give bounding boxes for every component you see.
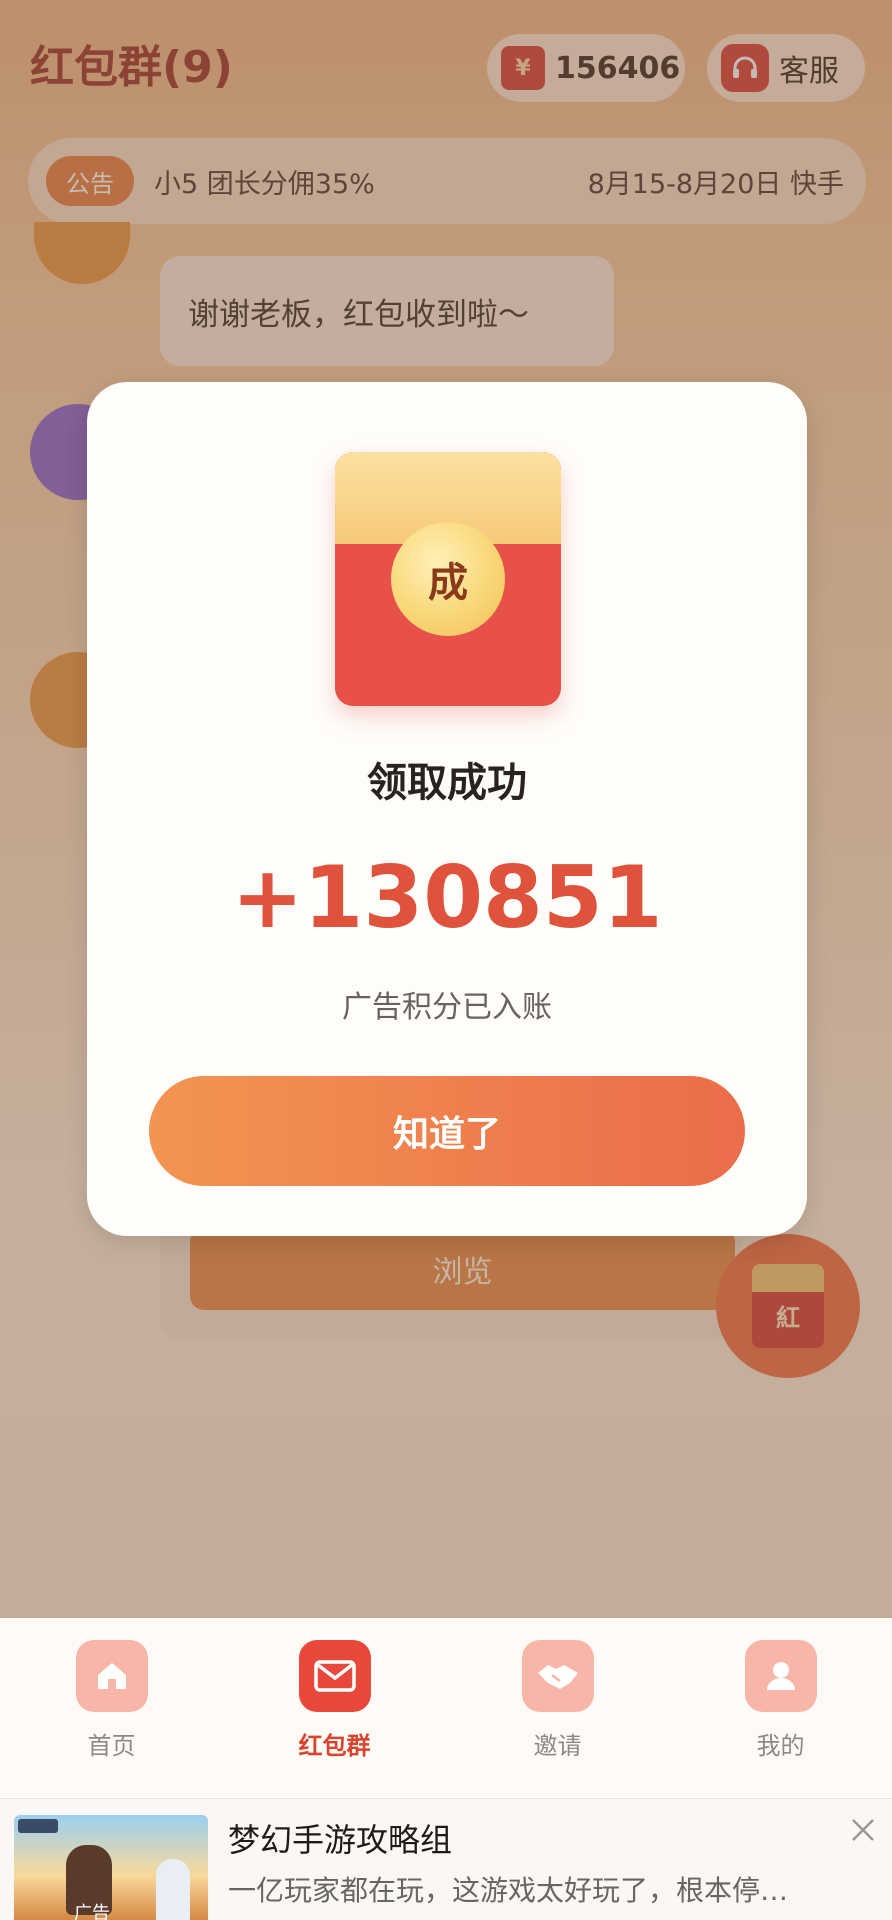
- tab-label: 我的: [756, 1732, 805, 1760]
- ad-title: 梦幻手游攻略组: [228, 1821, 453, 1859]
- handshake-icon: [521, 1640, 594, 1712]
- envelope-seal: 成: [391, 522, 505, 636]
- claim-success-dialog: 成 领取成功 +130851 广告积分已入账 知道了: [87, 382, 807, 1236]
- tab-red-packet-group[interactable]: 红包群: [223, 1618, 446, 1798]
- red-envelope-icon: 成: [335, 452, 561, 706]
- ad-tag: 广告: [74, 1903, 110, 1920]
- tab-label: 首页: [87, 1732, 136, 1760]
- user-icon: [744, 1640, 817, 1712]
- close-icon[interactable]: [846, 1813, 880, 1847]
- tab-mine[interactable]: 我的: [669, 1618, 892, 1798]
- reward-amount: +130851: [231, 848, 663, 948]
- dialog-title: 领取成功: [367, 760, 527, 806]
- mail-icon: [298, 1640, 371, 1712]
- ad-description: 一亿玩家都在玩，这游戏太好玩了，根本停…: [228, 1874, 789, 1907]
- tab-label: 红包群: [298, 1732, 371, 1760]
- tab-home[interactable]: 首页: [0, 1618, 223, 1798]
- dialog-subtitle: 广告积分已入账: [342, 990, 552, 1025]
- tab-label: 邀请: [533, 1732, 582, 1760]
- ad-banner[interactable]: 广告 梦幻手游攻略组 一亿玩家都在玩，这游戏太好玩了，根本停…: [0, 1798, 892, 1920]
- bottom-tab-bar: 首页 红包群 邀请 我的: [0, 1618, 892, 1798]
- got-it-button[interactable]: 知道了: [149, 1076, 745, 1186]
- tab-invite[interactable]: 邀请: [446, 1618, 669, 1798]
- home-icon: [75, 1640, 148, 1712]
- ad-thumbnail: 广告: [14, 1815, 208, 1920]
